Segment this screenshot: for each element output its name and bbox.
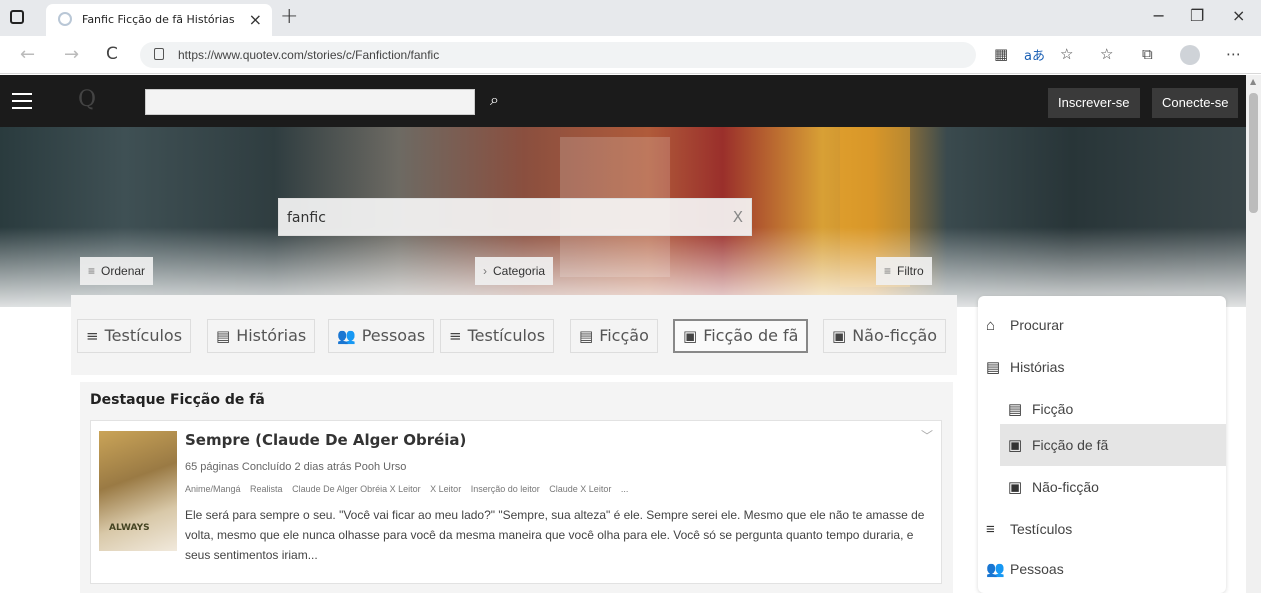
favicon-icon [58,12,72,26]
story-card[interactable]: ALWAYS Sempre (Claude De Alger Obréia) 6… [90,420,942,584]
favorites-icon[interactable]: ☆ [1100,45,1113,63]
chevron-right-icon: › [483,264,487,278]
hamburger-menu-icon[interactable] [12,93,32,109]
search-icon[interactable]: ⌕ [490,90,499,110]
lock-icon [154,48,164,60]
chevron-down-icon[interactable]: ﹀ [921,427,933,444]
tag[interactable]: X Leitor [430,484,461,494]
book-icon: ▤ [579,327,594,345]
new-tab-button[interactable]: + [280,4,298,29]
side-menu: ⌂ Procurar ▤ Histórias ▤ Ficção ▣ Ficção de … [978,296,1226,593]
checklist-icon: ≡ [449,327,462,345]
browser-tab[interactable]: Fanfic Ficção de fã Histórias × [46,4,272,36]
featured-section: Destaque Ficção de fã ALWAYS Sempre (Cla… [80,382,953,593]
page-scrollbar[interactable]: ▲ [1246,75,1261,593]
story-tags: Anime/Mangá Realista Claude De Alger Obr… [185,484,635,494]
more-icon[interactable]: ⋯ [1226,45,1241,63]
restore-icon[interactable]: ❐ [1190,6,1204,25]
filter-button[interactable]: ≡ Filtro [876,257,932,285]
side-item-people[interactable]: 👥 Pessoas [978,548,1226,590]
category-tabs: ≡ Testículos ▤ Histórias 👥 Pessoas ≡ Testícu… [71,295,957,375]
tag[interactable]: Claude De Alger Obréia X Leitor [292,484,421,494]
scroll-thumb[interactable] [1249,93,1258,213]
scroll-up-icon[interactable]: ▲ [1250,77,1256,86]
story-description: Ele será para sempre o seu. "Você vai fi… [185,508,925,562]
home-icon: ⌂ [986,317,996,334]
book-icon: ▣ [1008,479,1023,496]
book-icon: ▤ [986,359,1001,376]
minimize-icon[interactable]: − [1152,6,1165,25]
tag[interactable]: Claude X Leitor [549,484,611,494]
back-icon[interactable]: ← [20,44,35,65]
filter-icon: ≡ [884,264,892,278]
reader-view-icon[interactable]: ▦ [994,45,1008,63]
tab-people[interactable]: 👥 Pessoas [328,319,435,353]
book-icon: ▣ [683,327,698,345]
translate-icon[interactable]: aあ [1024,45,1045,64]
browser-tab-bar: Fanfic Ficção de fã Histórias × + − ❐ × [0,0,1261,36]
book-icon: ▤ [216,327,231,345]
tab-fiction[interactable]: ▤ Ficção [570,319,658,353]
tag[interactable]: Anime/Mangá [185,484,241,494]
tab-title: Fanfic Ficção de fã Histórias [82,13,235,26]
sort-icon: ≡ [88,264,96,278]
collections-icon[interactable]: ⧉ [1142,45,1153,63]
side-item-nonfiction[interactable]: ▣ Não-ficção [978,466,1226,508]
book-icon: ▣ [832,327,847,345]
clear-icon[interactable]: X [733,208,743,226]
story-title[interactable]: Sempre (Claude De Alger Obréia) [185,431,466,449]
forward-icon[interactable]: → [64,44,79,65]
hero-search-value: fanfic [287,210,326,226]
tab-polls[interactable]: ≡ Testículos [440,319,555,353]
profile-avatar-icon[interactable] [1180,45,1200,65]
people-icon: 👥 [986,561,1005,578]
tab-actions-icon[interactable] [10,10,24,24]
site-logo[interactable]: Q [78,87,96,112]
list-icon: ≡ [986,521,995,538]
featured-heading: Destaque Ficção de fã [90,392,265,408]
site-search-input[interactable] [145,89,475,115]
story-cover-image[interactable]: ALWAYS [99,431,177,551]
signup-button[interactable]: Inscrever-se [1048,88,1140,118]
login-button[interactable]: Conecte-se [1152,88,1239,118]
side-item-quizzes[interactable]: ≡ Testículos [978,508,1226,550]
tab-nonfiction[interactable]: ▣ Não-ficção [823,319,947,353]
url-field[interactable]: https://www.quotev.com/stories/c/Fanfict… [140,42,976,68]
side-item-browse[interactable]: ⌂ Procurar [978,304,1226,346]
tag[interactable]: Realista [250,484,283,494]
address-bar: ← → C https://www.quotev.com/stories/c/F… [0,36,1261,74]
tab-quizzes[interactable]: ≡ Testículos [77,319,192,353]
tab-fanfiction[interactable]: ▣ Ficção de fã [673,319,809,353]
tab-stories[interactable]: ▤ Histórias [207,319,316,353]
favorite-add-icon[interactable]: ☆ [1060,45,1073,63]
story-meta: 65 páginas Concluído 2 dias atrás Pooh U… [185,461,407,473]
list-icon: ≡ [86,327,99,345]
tab-close-icon[interactable]: × [249,10,262,29]
hero-search-field[interactable]: fanfic X [278,198,752,236]
people-icon: 👥 [337,327,356,345]
side-item-fanfiction[interactable]: ▣ Ficção de fã [1000,424,1226,466]
window-close-icon[interactable]: × [1232,6,1245,25]
book-icon: ▣ [1008,437,1023,454]
sort-button[interactable]: ≡ Ordenar [80,257,154,285]
category-button[interactable]: › Categoria [475,257,554,285]
url-text: https://www.quotev.com/stories/c/Fanfict… [178,48,440,62]
refresh-icon[interactable]: C [106,44,118,64]
site-header: Q ⌕ Inscrever-se Conecte-se [0,75,1246,127]
tag-more[interactable]: ... [621,484,629,494]
tag[interactable]: Inserção do leitor [471,484,540,494]
side-item-stories[interactable]: ▤ Histórias [978,346,1226,388]
